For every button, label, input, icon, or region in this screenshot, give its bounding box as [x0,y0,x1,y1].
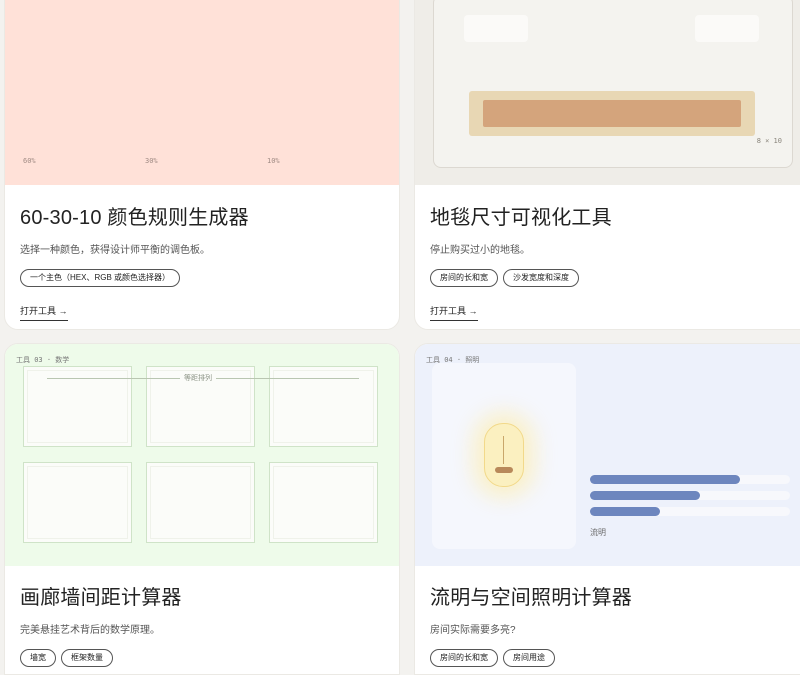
open-tool-link[interactable]: 打开工具 → [20,304,68,321]
input-tags: 一个主色（HEX、RGB 或颜色选择器） [20,269,384,287]
rug-preview: 8 × 10 [415,0,800,185]
tool-card-color-rule[interactable]: 60% 30% 10% 60-30-10 颜色规则生成器 选择一种颜色，获得设计… [4,0,400,330]
card-title: 画廊墙间距计算器 [20,587,182,609]
card-title: 60-30-10 颜色规则生成器 [20,207,249,229]
brightness-bar [590,475,790,484]
light-bulb-icon [484,423,524,487]
rug-border [469,91,755,136]
spacing-ruler-label: 等距排列 [180,373,216,383]
sofa-shape-left [464,15,528,42]
card-description: 房间实际需要多亮? [430,625,516,636]
ratio-label-10: 10% [267,157,280,165]
gallery-wall-preview: 工具 03 · 数学 等距排列 [5,344,399,566]
ratio-label-30: 30% [145,157,158,165]
input-tags: 墙宽 框架数量 [20,649,384,667]
tool-card-gallery-wall[interactable]: 工具 03 · 数学 等距排列 画廊墙间距计算器 完美悬挂艺术背后的数学原理。 … [4,343,400,675]
brightness-bar-fill [590,507,660,516]
brightness-bar [590,491,790,500]
ratio-label-60: 60% [23,157,36,165]
card-description: 停止购买过小的地毯。 [430,245,530,256]
input-tags: 房间的长和宽 房间用途 [430,649,800,667]
brightness-bar [590,507,790,516]
input-tag: 沙发宽度和深度 [503,269,579,287]
room-outline: 8 × 10 [433,0,793,168]
room-panel [432,363,576,549]
tool-card-lumen-calculator[interactable]: 工具 04 · 照明 流明 流明与空间照明计算器 房间实际需要多亮? 房间的长和… [414,343,800,675]
input-tag: 房间的长和宽 [430,649,498,667]
sofa-shape-right [695,15,759,42]
brightness-bar-fill [590,475,740,484]
rug-shape [483,100,741,127]
input-tag: 一个主色（HEX、RGB 或颜色选择器） [20,269,181,287]
input-tag: 墙宽 [20,649,56,667]
rug-dimension-label: 8 × 10 [756,137,782,145]
frame-shape [23,462,132,543]
input-tags: 房间的长和宽 沙发宽度和深度 [430,269,800,287]
open-tool-link[interactable]: 打开工具 → [430,304,478,321]
input-tag: 框架数量 [61,649,113,667]
card-title: 地毯尺寸可视化工具 [430,207,612,229]
card-title: 流明与空间照明计算器 [430,587,632,609]
input-tag: 房间的长和宽 [430,269,498,287]
brightness-bar-fill [590,491,700,500]
card-description: 完美悬挂艺术背后的数学原理。 [20,625,160,636]
frame-shape [269,462,378,543]
lumen-bar-label: 流明 [590,528,606,537]
color-rule-preview: 60% 30% 10% [5,0,399,185]
card-kicker: 工具 03 · 数学 [16,356,70,364]
frame-shape [146,462,255,543]
tool-card-rug-size[interactable]: 8 × 10 地毯尺寸可视化工具 停止购买过小的地毯。 房间的长和宽 沙发宽度和… [414,0,800,330]
input-tag: 房间用途 [503,649,555,667]
card-description: 选择一种颜色，获得设计师平衡的调色板。 [20,245,210,256]
lighting-preview: 工具 04 · 照明 流明 [415,344,800,566]
